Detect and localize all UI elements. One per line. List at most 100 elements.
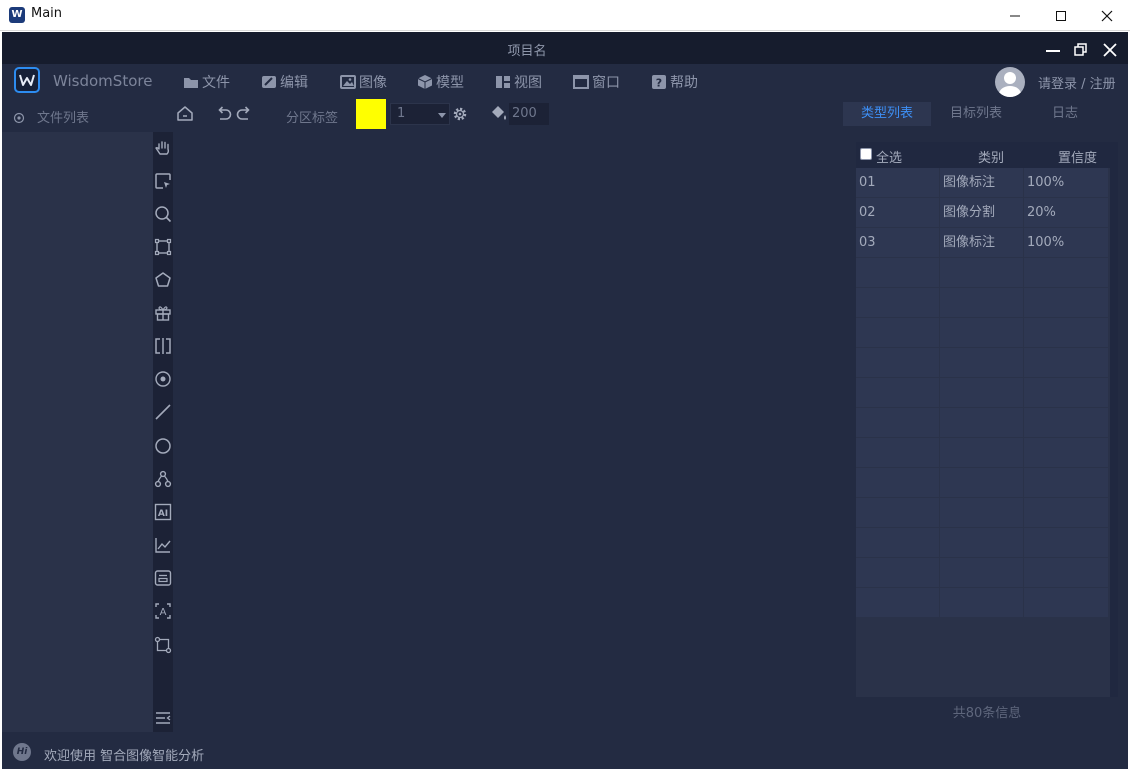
label-select[interactable]: 1 bbox=[390, 103, 450, 125]
row-category: 图像标注 bbox=[940, 168, 1023, 197]
polygon-tool[interactable] bbox=[153, 270, 173, 290]
fill-value-input[interactable]: 200 bbox=[509, 103, 549, 125]
circle-tool[interactable] bbox=[153, 436, 173, 456]
project-title: 项目名 bbox=[507, 44, 547, 59]
menu-window-label: 窗口 bbox=[592, 75, 620, 91]
circle-icon bbox=[155, 438, 171, 454]
chart-tool[interactable] bbox=[153, 535, 173, 555]
menu-image[interactable]: 图像 bbox=[340, 72, 387, 92]
empty-table-row bbox=[856, 558, 1108, 588]
caret-down-icon bbox=[438, 113, 446, 118]
select-all-checkbox[interactable] bbox=[860, 148, 872, 160]
split-tool[interactable] bbox=[153, 336, 173, 356]
empty-table-row bbox=[856, 318, 1108, 348]
empty-cell bbox=[856, 558, 939, 587]
polygon-icon bbox=[155, 272, 171, 287]
point-tool[interactable] bbox=[153, 369, 173, 389]
close-window-button[interactable] bbox=[1084, 0, 1130, 31]
image-canvas[interactable] bbox=[173, 132, 853, 732]
empty-cell bbox=[1024, 408, 1108, 437]
layout-icon bbox=[496, 76, 510, 88]
partition-label: 分区标签 bbox=[286, 111, 339, 126]
empty-table-row bbox=[856, 408, 1108, 438]
form-tool[interactable] bbox=[153, 568, 173, 588]
close-icon bbox=[1101, 10, 1113, 21]
menu-view[interactable]: 视图 bbox=[495, 72, 542, 92]
empty-cell bbox=[940, 378, 1023, 407]
chart-icon bbox=[155, 538, 171, 553]
app-restore-button[interactable] bbox=[1074, 42, 1088, 61]
select-all-label: 全选 bbox=[876, 151, 903, 166]
crop-tool[interactable] bbox=[153, 635, 173, 655]
row-confidence: 20% bbox=[1024, 198, 1108, 227]
maximize-button[interactable] bbox=[1038, 0, 1084, 31]
gear-icon bbox=[453, 107, 467, 121]
row-id: 02 bbox=[856, 198, 939, 227]
ai-tool[interactable]: AI bbox=[153, 502, 173, 522]
empty-cell bbox=[856, 468, 939, 497]
app-window: 项目名 WisdomStore 文件 编辑 图像 模型 视图 窗口 ? 帮助 请… bbox=[2, 32, 1128, 769]
empty-cell bbox=[940, 588, 1023, 617]
crop-icon bbox=[154, 636, 172, 654]
wisdomstore-logo bbox=[14, 67, 40, 93]
empty-cell bbox=[1024, 288, 1108, 317]
empty-cell bbox=[940, 498, 1023, 527]
zoom-icon bbox=[155, 206, 172, 223]
table-scrollbar[interactable] bbox=[1110, 168, 1118, 697]
empty-cell bbox=[940, 288, 1023, 317]
login-register-link[interactable]: 请登录 / 注册 bbox=[1038, 73, 1116, 92]
hand-icon bbox=[155, 141, 170, 155]
empty-cell bbox=[856, 498, 939, 527]
hand-tool[interactable] bbox=[153, 138, 173, 158]
menu-window[interactable]: 窗口 bbox=[573, 72, 620, 92]
transform-tool[interactable]: A bbox=[153, 601, 173, 621]
settings-button[interactable] bbox=[451, 105, 469, 127]
menu-model[interactable]: 模型 bbox=[417, 72, 464, 92]
link-tool[interactable] bbox=[153, 469, 173, 489]
minimize-button[interactable] bbox=[992, 0, 1038, 31]
empty-cell bbox=[940, 528, 1023, 557]
user-avatar[interactable] bbox=[995, 67, 1025, 97]
row-id: 03 bbox=[856, 228, 939, 257]
label-color-swatch[interactable] bbox=[356, 99, 386, 129]
form-icon bbox=[154, 570, 172, 586]
line-tool[interactable] bbox=[153, 402, 173, 422]
app-minimize-button[interactable] bbox=[1045, 42, 1061, 61]
window-title: Main bbox=[31, 6, 63, 21]
file-list-toggle[interactable] bbox=[13, 109, 25, 128]
file-list-label: 文件列表 bbox=[37, 111, 90, 126]
zoom-tool[interactable] bbox=[153, 204, 173, 224]
empty-cell bbox=[940, 438, 1023, 467]
row-category: 图像标注 bbox=[940, 228, 1023, 257]
home-button[interactable] bbox=[176, 105, 194, 127]
app-close-button[interactable] bbox=[1103, 42, 1117, 61]
row-confidence: 100% bbox=[1024, 228, 1108, 257]
menu-file-label: 文件 bbox=[202, 75, 230, 91]
empty-cell bbox=[1024, 258, 1108, 287]
undo-button[interactable] bbox=[215, 104, 233, 126]
empty-table-row bbox=[856, 588, 1108, 618]
split-icon bbox=[155, 338, 171, 354]
panel-menu-button[interactable] bbox=[153, 708, 173, 728]
menu-help[interactable]: ? 帮助 bbox=[651, 72, 698, 92]
fill-bucket-button[interactable] bbox=[490, 105, 508, 127]
folder-icon bbox=[184, 78, 198, 88]
redo-button[interactable] bbox=[235, 104, 253, 126]
empty-cell bbox=[856, 378, 939, 407]
menu-model-label: 模型 bbox=[436, 75, 464, 91]
rectangle-tool[interactable] bbox=[153, 237, 173, 257]
tab-target-list[interactable]: 目标列表 bbox=[932, 102, 1020, 126]
menu-help-label: 帮助 bbox=[670, 75, 698, 91]
menu-file[interactable]: 文件 bbox=[183, 72, 230, 92]
undo-icon bbox=[218, 106, 232, 120]
select-tool[interactable] bbox=[153, 171, 173, 191]
table-row[interactable]: 01 图像标注 100% bbox=[856, 168, 1108, 198]
gift-tool[interactable] bbox=[153, 303, 173, 323]
menu-edit[interactable]: 编辑 bbox=[261, 72, 308, 92]
tab-log[interactable]: 日志 bbox=[1021, 102, 1109, 126]
paint-bucket-icon bbox=[492, 106, 506, 120]
table-row[interactable]: 03 图像标注 100% bbox=[856, 228, 1108, 258]
empty-cell bbox=[1024, 588, 1108, 617]
table-row[interactable]: 02 图像分割 20% bbox=[856, 198, 1108, 228]
tab-type-list[interactable]: 类型列表 bbox=[843, 102, 931, 126]
